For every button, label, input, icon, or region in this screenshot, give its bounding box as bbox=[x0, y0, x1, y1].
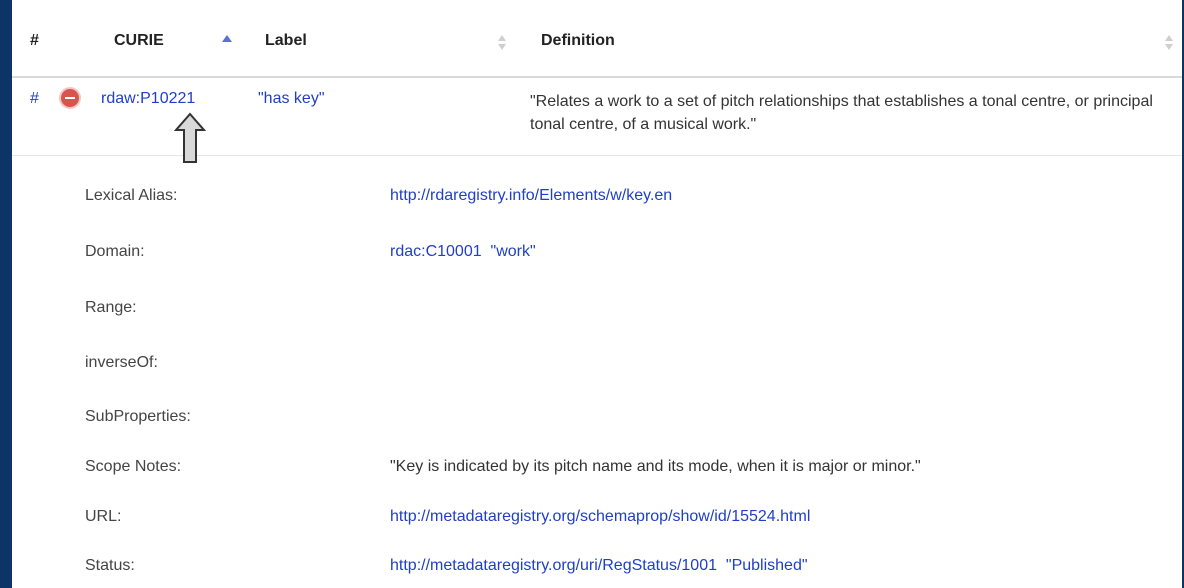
subproperties-label: SubProperties: bbox=[85, 408, 191, 425]
header-definition[interactable]: Definition bbox=[541, 32, 615, 50]
url-label: URL: bbox=[85, 508, 122, 525]
header-hash: # bbox=[30, 32, 39, 49]
table-header: # CURIE Label Definition bbox=[12, 0, 1182, 78]
inverse-of-label: inverseOf: bbox=[85, 354, 158, 371]
status-link[interactable]: http://metadataregistry.org/uri/RegStatu… bbox=[390, 557, 808, 575]
domain-label: Domain: bbox=[85, 243, 145, 260]
header-label[interactable]: Label bbox=[265, 32, 307, 50]
lexical-alias-link[interactable]: http://rdaregistry.info/Elements/w/key.e… bbox=[390, 187, 672, 205]
domain-link[interactable]: rdac:C10001 "work" bbox=[390, 243, 536, 261]
status-label: Status: bbox=[85, 557, 135, 574]
scope-notes-label: Scope Notes: bbox=[85, 458, 182, 475]
sort-label-icon[interactable] bbox=[498, 35, 508, 51]
curie-link[interactable]: rdaw:P10221 bbox=[101, 90, 195, 108]
definition-text: "Relates a work to a set of pitch relati… bbox=[530, 93, 1153, 133]
up-arrow-icon bbox=[173, 112, 207, 163]
url-link[interactable]: http://metadataregistry.org/schemaprop/s… bbox=[390, 508, 810, 526]
row-hash-link[interactable]: # bbox=[30, 90, 39, 108]
range-label: Range: bbox=[85, 299, 137, 316]
scope-notes-text: "Key is indicated by its pitch name and … bbox=[390, 458, 921, 475]
lexical-alias-label: Lexical Alias: bbox=[85, 187, 178, 204]
remove-circle-icon[interactable] bbox=[61, 89, 79, 107]
sort-definition-icon[interactable] bbox=[1165, 35, 1175, 51]
table-panel: # CURIE Label Definition # rdaw:P10221 "… bbox=[12, 0, 1182, 588]
sort-asc-icon[interactable] bbox=[222, 35, 232, 42]
label-link[interactable]: "has key" bbox=[258, 90, 325, 108]
header-curie[interactable]: CURIE bbox=[114, 32, 164, 50]
